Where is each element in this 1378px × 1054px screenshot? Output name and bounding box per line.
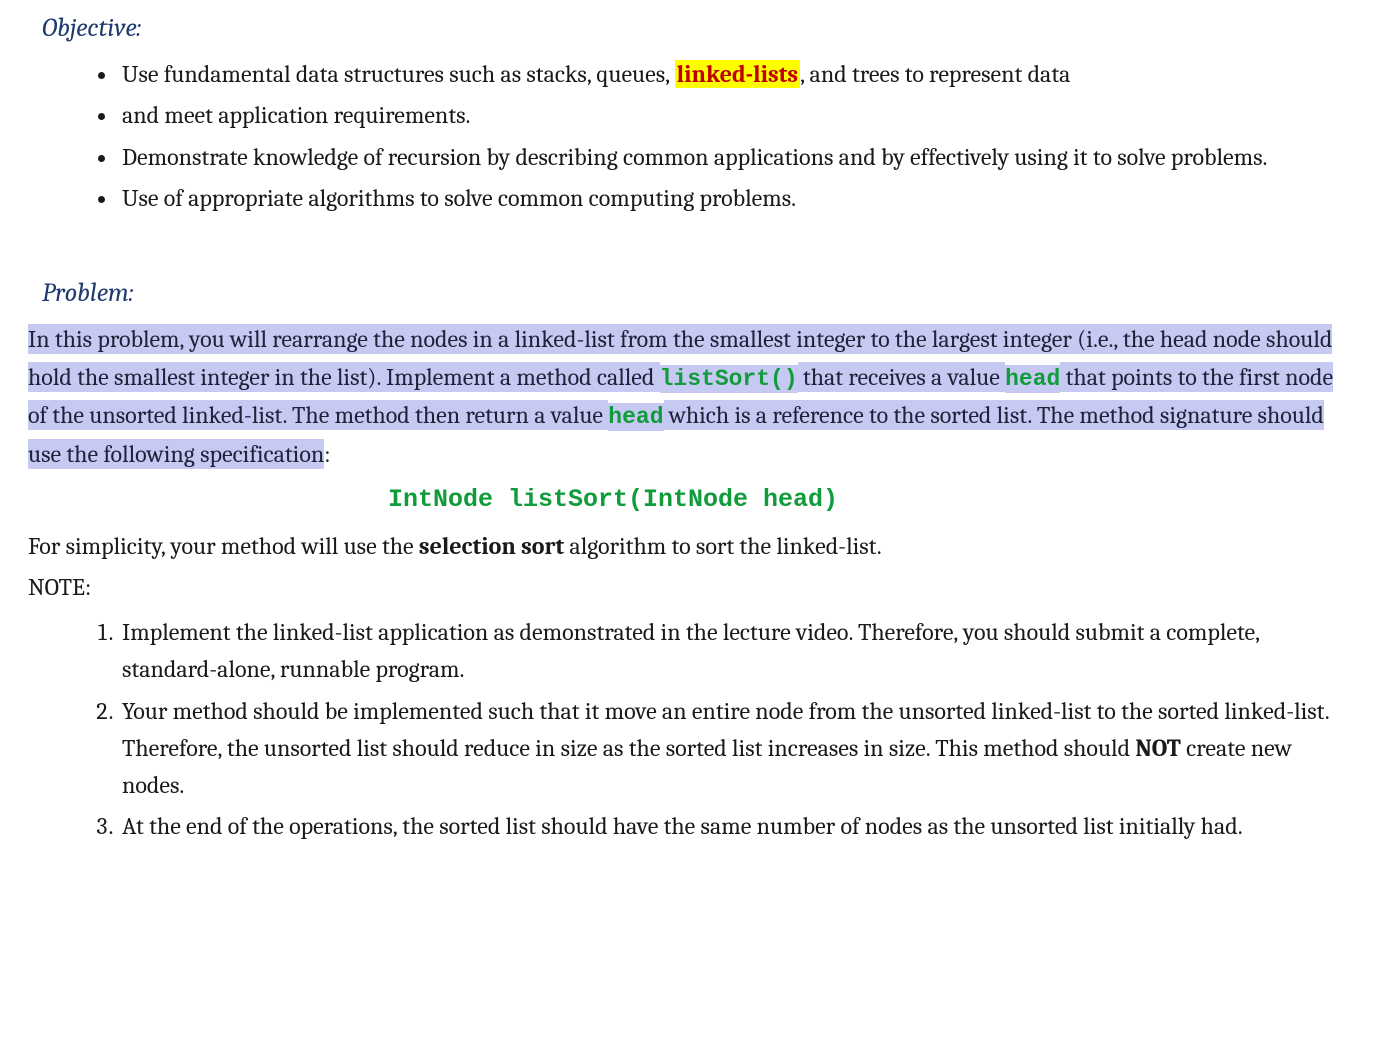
- selection-sort-bold: selection sort: [419, 532, 564, 560]
- simplicity-note: For simplicity, your method will use the…: [28, 528, 1338, 565]
- note-item-3: At the end of the operations, the sorted…: [118, 808, 1338, 845]
- note-item-2: Your method should be implemented such t…: [118, 693, 1338, 805]
- code-head-1: head: [1005, 365, 1060, 393]
- note-2-not: NOT: [1135, 734, 1181, 762]
- objective-item-2: and meet application requirements.: [118, 97, 1338, 134]
- method-signature: IntNode listSort(IntNode head): [0, 481, 1338, 520]
- notes-list: Implement the linked-list application as…: [48, 614, 1338, 845]
- note-item-1: Implement the linked-list application as…: [118, 614, 1338, 688]
- simplicity-post: algorithm to sort the linked-list.: [564, 532, 882, 560]
- objective-item-1: Use fundamental data structures such as …: [118, 56, 1338, 93]
- objective-1-highlight: linked-lists: [675, 60, 800, 88]
- note-label: NOTE:: [28, 569, 1338, 606]
- objective-item-3: Demonstrate knowledge of recursion by de…: [118, 139, 1338, 176]
- objective-heading: Objective:: [42, 8, 1338, 48]
- objectives-list: Use fundamental data structures such as …: [48, 56, 1338, 217]
- problem-heading: Problem:: [42, 273, 1338, 313]
- problem-description: In this problem, you will rearrange the …: [28, 321, 1338, 473]
- code-listsort: listSort(): [660, 365, 798, 393]
- objective-1-pre: Use fundamental data structures such as …: [122, 60, 675, 88]
- problem-seg2: that receives a value: [798, 362, 1005, 392]
- objective-item-4: Use of appropriate algorithms to solve c…: [118, 180, 1338, 217]
- simplicity-pre: For simplicity, your method will use the: [28, 532, 419, 560]
- code-head-2: head: [608, 403, 663, 431]
- problem-trailing-colon: :: [324, 440, 330, 468]
- objective-1-post: , and trees to represent data: [800, 60, 1070, 88]
